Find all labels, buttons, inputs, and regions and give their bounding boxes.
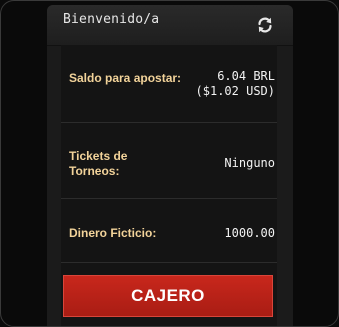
play-money-label: Dinero Ficticio: bbox=[69, 226, 157, 240]
play-money-value: 1000.00 bbox=[224, 226, 275, 240]
balance-usd: ($1.02 USD) bbox=[195, 84, 275, 98]
account-details: Saldo para apostar: 6.04 BRL ($1.02 USD)… bbox=[61, 45, 277, 326]
cashier-button[interactable]: CAJERO bbox=[63, 275, 273, 317]
balance-row: Saldo para apostar: 6.04 BRL ($1.02 USD) bbox=[61, 45, 277, 123]
refresh-icon[interactable] bbox=[255, 15, 275, 35]
account-panel: Bienvenido/a Saldo para apostar: 6.04 BR… bbox=[47, 5, 293, 326]
welcome-title: Bienvenido/a bbox=[63, 12, 160, 27]
tournament-tickets-label-line2: Torneos: bbox=[69, 164, 120, 178]
balance-brl: 6.04 BRL bbox=[217, 69, 275, 83]
tournament-tickets-value: Ninguno bbox=[224, 156, 275, 170]
tournament-tickets-label: Tickets de Torneos: bbox=[69, 149, 127, 179]
tournament-tickets-label-line1: Tickets de bbox=[69, 149, 128, 163]
balance-label: Saldo para apostar: bbox=[69, 71, 182, 85]
panel-header: Bienvenido/a bbox=[47, 5, 293, 46]
window-frame: Bienvenido/a Saldo para apostar: 6.04 BR… bbox=[0, 0, 339, 327]
balance-value: 6.04 BRL ($1.02 USD) bbox=[196, 69, 275, 99]
tournament-tickets-row: Tickets de Torneos: Ninguno bbox=[61, 123, 277, 199]
play-money-row: Dinero Ficticio: 1000.00 bbox=[61, 199, 277, 263]
